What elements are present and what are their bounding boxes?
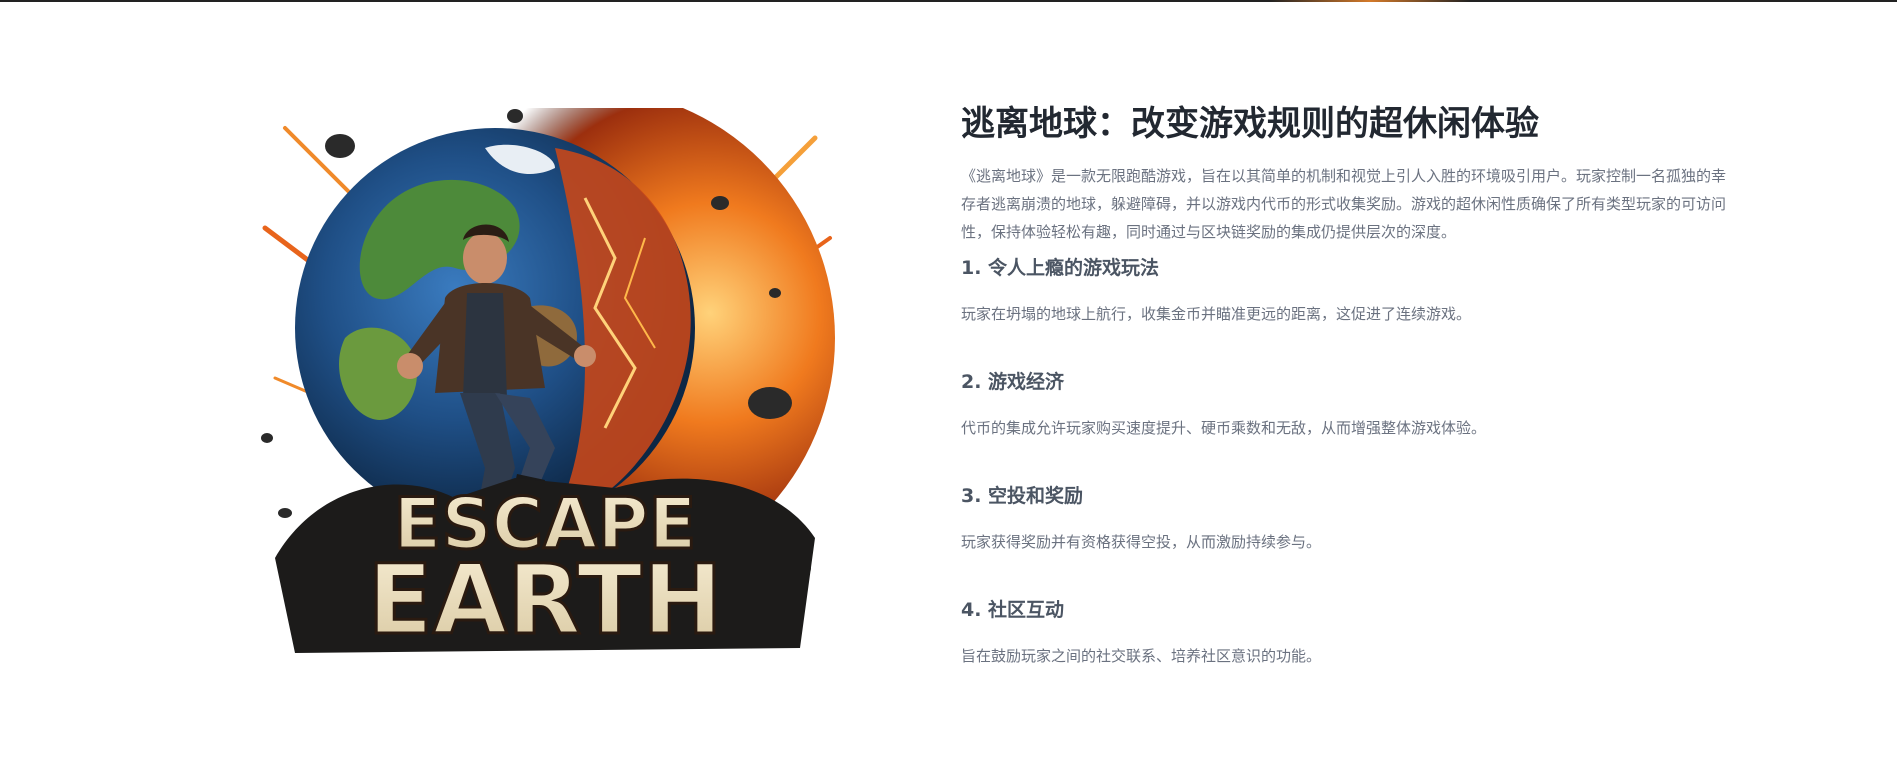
description-section: 逃离地球：改变游戏规则的超休闲体验 《逃离地球》是一款无限跑酷游戏，旨在以其简单… [961,100,1736,710]
top-border [0,0,1897,2]
feature-item: 2. 游戏经济 代币的集成允许玩家购买速度提升、硬币乘数和无敌，从而增强整体游戏… [961,368,1736,440]
feature-item: 4. 社区互动 旨在鼓励玩家之间的社交联系、培养社区意识的功能。 [961,596,1736,668]
feature-title: 2. 游戏经济 [961,371,1065,393]
feature-description: 玩家获得奖励并有资格获得空投，从而激励持续参与。 [961,533,1322,551]
feature-description: 玩家在坍塌的地球上航行，收集金币并瞄准更远的距离，这促进了连续游戏。 [961,305,1472,323]
feature-title: 1. 令人上瘾的游戏玩法 [961,257,1160,279]
top-border-glow [1270,0,1470,2]
section-title: 逃离地球：改变游戏规则的超休闲体验 [961,104,1539,144]
feature-description: 代币的集成允许玩家购买速度提升、硬币乘数和无敌，从而增强整体游戏体验。 [961,419,1487,437]
feature-item: 3. 空投和奖励 玩家获得奖励并有资格获得空投，从而激励持续参与。 [961,482,1736,554]
feature-title: 3. 空投和奖励 [961,485,1084,507]
escape-earth-hero-image: ESCAPE EARTH [255,108,835,668]
escape-earth-illustration: ESCAPE EARTH [261,108,835,658]
feature-description: 旨在鼓励玩家之间的社交联系、培养社区意识的功能。 [961,647,1322,665]
logo-text-earth: EARTH [367,544,722,656]
intro-paragraph: 《逃离地球》是一款无限跑酷游戏，旨在以其简单的机制和视觉上引人入胜的环境吸引用户… [961,167,1727,241]
feature-item: 1. 令人上瘾的游戏玩法 玩家在坍塌的地球上航行，收集金币并瞄准更远的距离，这促… [961,254,1736,326]
feature-title: 4. 社区互动 [961,599,1065,621]
